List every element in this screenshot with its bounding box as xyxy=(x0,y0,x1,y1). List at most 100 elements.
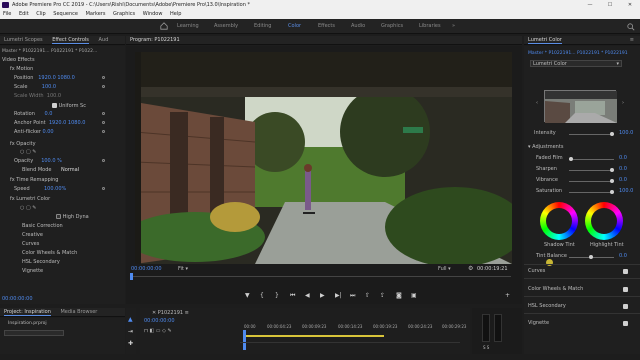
sequence-tab[interactable]: ✕ P1022191 ≡ xyxy=(152,310,189,316)
project-file-name[interactable]: Inspiration.prproj xyxy=(8,321,47,326)
search-icon[interactable] xyxy=(627,23,635,31)
tab-media-browser[interactable]: Media Browser xyxy=(60,309,97,315)
project-search-input[interactable] xyxy=(4,330,64,336)
play-button[interactable]: ▶ xyxy=(320,292,325,299)
extract-button[interactable]: ⇪ xyxy=(380,292,385,299)
saturation-slider[interactable] xyxy=(569,190,614,194)
tint-balance-slider[interactable] xyxy=(569,255,614,259)
uniform-scale-checkbox[interactable] xyxy=(52,103,57,108)
param-position[interactable]: Position 1920.0 1080.0 xyxy=(14,75,75,82)
keyframe-toggle-icon[interactable] xyxy=(102,159,105,162)
menu-sequence[interactable]: Sequence xyxy=(50,11,81,17)
menu-clip[interactable]: Clip xyxy=(33,11,48,17)
quality-dropdown[interactable]: Full ▾ xyxy=(438,266,451,272)
lumetri-mask-tools[interactable]: ○ ▢ ✎ xyxy=(20,205,36,212)
step-back-button[interactable]: ◀ xyxy=(305,292,310,299)
highlight-tint-wheel[interactable] xyxy=(585,202,623,240)
workspace-effects[interactable]: Effects xyxy=(318,23,335,29)
wrench-icon[interactable]: ⚙ xyxy=(468,265,473,272)
keyframe-toggle-icon[interactable] xyxy=(102,121,105,124)
menu-edit[interactable]: Edit xyxy=(16,11,32,17)
mark-out-button[interactable]: } xyxy=(275,292,279,299)
section-vignette[interactable]: Vignette xyxy=(22,268,43,275)
saturation-value[interactable]: 100.0 xyxy=(619,188,633,195)
lift-button[interactable]: ⇧ xyxy=(365,292,370,299)
effect-opacity[interactable]: fx Opacity xyxy=(10,141,36,148)
tab-lumetri-scopes[interactable]: Lumetri Scopes xyxy=(4,37,43,43)
param-opacity[interactable]: Opacity 100.0 % xyxy=(14,158,62,165)
faded-film-slider[interactable] xyxy=(569,157,614,161)
export-frame-icon[interactable]: ◙ xyxy=(396,292,402,299)
timeline-timecode[interactable]: 00:00:00:00 xyxy=(144,318,175,324)
effect-motion[interactable]: fx Motion xyxy=(10,66,33,73)
param-scale-width[interactable]: Scale Width 100.0 xyxy=(14,93,61,100)
keyframe-toggle-icon[interactable] xyxy=(102,187,105,190)
section-hsl-secondary[interactable]: HSL Secondary xyxy=(22,259,60,266)
comparison-view-icon[interactable]: ▣ xyxy=(411,292,417,299)
intensity-value[interactable]: 100.0 xyxy=(619,130,633,137)
hsl-secondary-enable-checkbox[interactable] xyxy=(623,304,628,309)
tab-audio[interactable]: Aud xyxy=(99,37,109,43)
mask-tools[interactable]: ○ ▢ ✎ xyxy=(20,149,36,156)
keyframe-toggle-icon[interactable] xyxy=(102,76,105,79)
workspace-graphics[interactable]: Graphics xyxy=(381,23,403,29)
section-color-wheels[interactable]: Color Wheels & Match xyxy=(22,250,77,257)
workspace-color[interactable]: Color xyxy=(288,23,301,29)
adjustments-label[interactable]: ▾ Adjustments xyxy=(528,144,563,151)
mark-in-button[interactable]: { xyxy=(260,292,264,299)
intensity-slider[interactable] xyxy=(569,132,614,136)
sharpen-value[interactable]: 0.0 xyxy=(619,166,627,173)
creative-look-preview[interactable] xyxy=(544,90,617,123)
param-high-dynamic-range[interactable]: High Dyna xyxy=(56,213,89,220)
tab-effect-controls[interactable]: Effect Controls xyxy=(52,37,89,44)
keyframe-toggle-icon[interactable] xyxy=(102,112,105,115)
effect-controls-timecode[interactable]: 00:00:00:00 xyxy=(2,296,33,303)
param-anchor-point[interactable]: Anchor Point 1920.0 1080.0 xyxy=(14,120,85,127)
section-color-wheels-header[interactable]: Color Wheels & Match xyxy=(528,286,583,293)
menu-file[interactable]: File xyxy=(0,11,14,17)
sharpen-knob[interactable] xyxy=(610,168,614,172)
step-forward-button[interactable]: ▶| xyxy=(335,292,342,299)
workspace-learning[interactable]: Learning xyxy=(177,23,199,29)
tint-balance-knob[interactable] xyxy=(589,255,593,259)
menu-help[interactable]: Help xyxy=(167,11,184,17)
faded-film-knob[interactable] xyxy=(569,157,573,161)
effect-lumetri-color[interactable]: fx Lumetri Color xyxy=(10,196,50,203)
param-rotation[interactable]: Rotation 0.0 xyxy=(14,111,52,118)
menu-window[interactable]: Window xyxy=(140,11,166,17)
curves-enable-checkbox[interactable] xyxy=(623,269,628,274)
lumetri-effect-select[interactable]: Lumetri Color ▾ xyxy=(530,60,622,67)
selection-tool-icon[interactable]: ▲ xyxy=(128,316,133,323)
section-curves[interactable]: Curves xyxy=(22,241,39,248)
meter-solo-labels[interactable]: S S xyxy=(483,345,489,350)
intensity-knob[interactable] xyxy=(610,132,614,136)
program-playhead[interactable] xyxy=(130,273,133,280)
shadow-tint-wheel[interactable] xyxy=(540,202,578,240)
workspace-editing[interactable]: Editing xyxy=(254,23,271,29)
work-area-bar[interactable] xyxy=(244,335,384,337)
add-button-icon[interactable]: + xyxy=(505,292,510,299)
param-uniform-scale[interactable]: Uniform Sc xyxy=(52,102,86,109)
home-icon[interactable] xyxy=(160,22,168,30)
program-monitor-title[interactable]: Program: P1022191 xyxy=(130,37,180,43)
vibrance-knob[interactable] xyxy=(610,179,614,183)
tab-project[interactable]: Project: Inspiration xyxy=(4,309,51,316)
panel-menu-icon[interactable]: ≡ xyxy=(630,36,634,45)
hdr-checkbox[interactable] xyxy=(56,214,61,219)
maximize-button[interactable]: ☐ xyxy=(603,0,617,10)
tab-lumetri-color[interactable]: Lumetri Color xyxy=(528,37,562,44)
workspace-libraries[interactable]: Libraries xyxy=(419,23,441,29)
vibrance-value[interactable]: 0.0 xyxy=(619,177,627,184)
param-blend-mode[interactable]: Blend Mode Normal xyxy=(22,167,79,174)
color-wheels-enable-checkbox[interactable] xyxy=(623,287,628,292)
fit-dropdown[interactable]: Fit ▾ xyxy=(178,266,188,272)
section-creative[interactable]: Creative xyxy=(22,232,43,239)
lumetri-source-line[interactable]: Master * P1022191... P1022191 * P1022191 xyxy=(528,50,628,57)
close-button[interactable]: ✕ xyxy=(623,0,637,10)
section-hsl-secondary-header[interactable]: HSL Secondary xyxy=(528,303,566,310)
saturation-knob[interactable] xyxy=(610,190,614,194)
keyframe-toggle-icon[interactable] xyxy=(102,130,105,133)
minimize-button[interactable]: — xyxy=(583,0,597,10)
look-prev-icon[interactable]: ‹ xyxy=(536,100,538,106)
program-scrub-bar[interactable] xyxy=(131,276,511,277)
